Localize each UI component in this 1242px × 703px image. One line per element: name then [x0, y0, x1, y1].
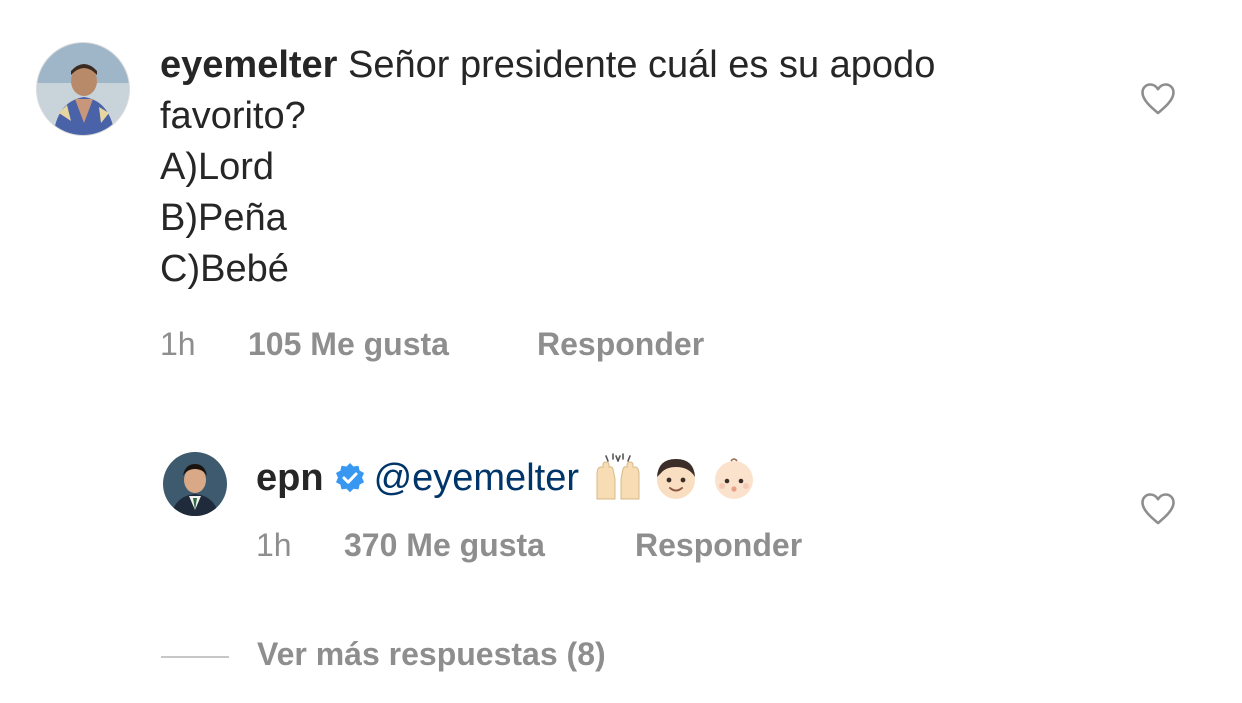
- heart-outline-icon: [1141, 83, 1175, 115]
- baby-emoji-icon: [709, 453, 759, 503]
- comment-username[interactable]: eyemelter: [160, 44, 337, 86]
- reply-reply-button[interactable]: Responder: [635, 527, 802, 564]
- comment-like-button[interactable]: [1140, 82, 1176, 116]
- verified-badge-icon: [334, 462, 366, 494]
- comment-option-a: A)Lord: [160, 146, 275, 188]
- reply-mention-link[interactable]: @eyemelter: [374, 457, 579, 500]
- reply-time: 1h: [256, 527, 292, 563]
- comment-time: 1h: [160, 326, 196, 362]
- reply-body: epn @eyemelter: [256, 452, 759, 504]
- comment-first-line: eyemelter Señor presidente cuál es su ap…: [160, 40, 1090, 91]
- comment-option-c: C)Bebé: [160, 248, 289, 290]
- avatar-epn[interactable]: [163, 452, 227, 516]
- avatar-photo: [163, 452, 227, 516]
- reply-likes-count[interactable]: 370 Me gusta: [344, 527, 545, 564]
- boy-emoji-icon: [651, 453, 701, 503]
- reply-username[interactable]: epn: [256, 457, 324, 500]
- reply-meta: 1h 370 Me gusta Responder: [256, 527, 802, 564]
- comment-text-line1: Señor presidente cuál es su apodo: [348, 44, 936, 86]
- comment-option-b: B)Peña: [160, 197, 287, 239]
- reply-like-button[interactable]: [1140, 492, 1176, 526]
- comment-body: eyemelter Señor presidente cuál es su ap…: [160, 40, 1090, 295]
- comment-text-line2: favorito?: [160, 95, 306, 137]
- avatar-photo: [37, 43, 129, 135]
- comment-reply-button[interactable]: Responder: [537, 326, 704, 363]
- comment-meta: 1h 105 Me gusta Responder: [160, 326, 704, 363]
- raising-hands-emoji-icon: [593, 453, 643, 503]
- view-more-replies-button[interactable]: Ver más respuestas (8): [257, 636, 606, 673]
- comment-likes-count[interactable]: 105 Me gusta: [248, 326, 449, 363]
- heart-outline-icon: [1141, 493, 1175, 525]
- view-more-divider: [161, 656, 229, 658]
- avatar-eyemelter[interactable]: [36, 42, 130, 136]
